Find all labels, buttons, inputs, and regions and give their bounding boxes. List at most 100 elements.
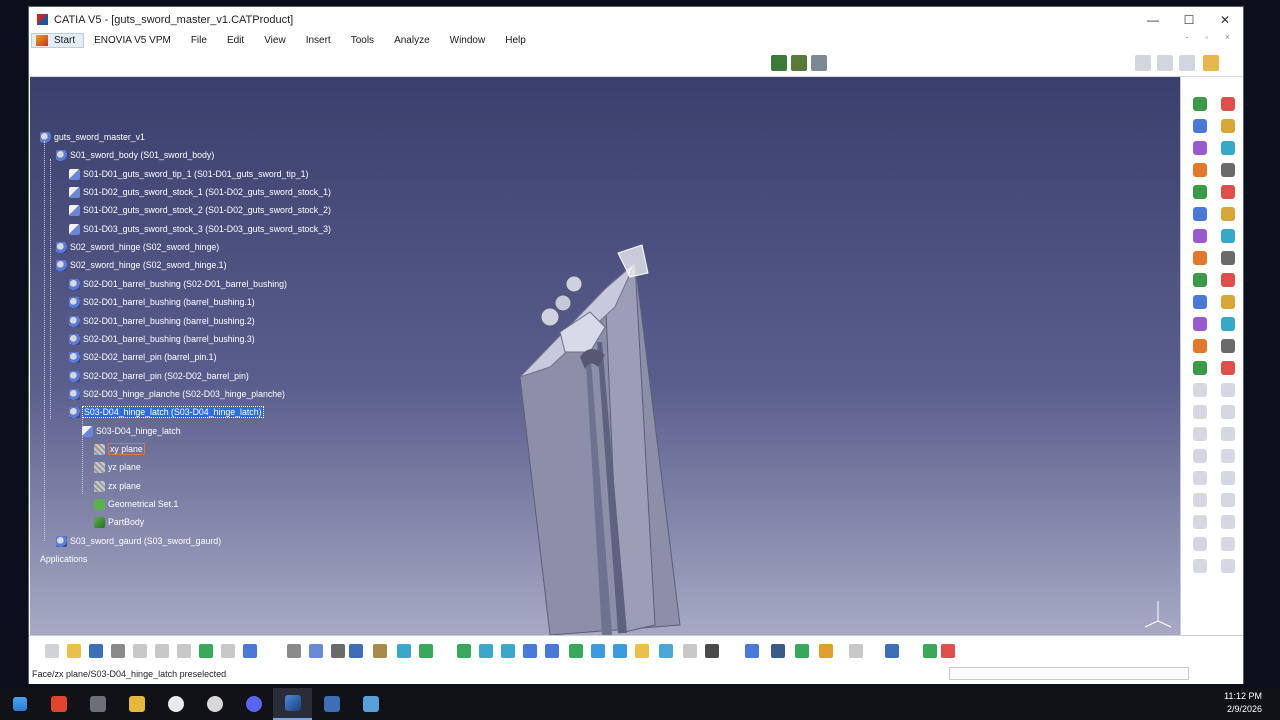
copy-icon[interactable] [155, 644, 169, 658]
workbench-tool-icon[interactable] [1221, 339, 1235, 353]
tree-node[interactable]: S02-D01_barrel_bushing (barrel_bushing.2… [69, 315, 255, 328]
taskbar-explorer[interactable] [117, 688, 156, 720]
tree-node[interactable]: xy plane [94, 443, 145, 456]
tree-node[interactable]: Applications [40, 553, 87, 566]
menu-analyze[interactable]: Analyze [384, 35, 440, 46]
tree-node[interactable]: yz plane [94, 461, 141, 474]
workbench-tool-icon[interactable] [1193, 383, 1207, 397]
3d-viewport[interactable]: guts_sword_master_v1 S01_sword_body (S01_… [30, 77, 1181, 635]
workbench-tool-icon[interactable] [1221, 537, 1235, 551]
workbench-tool-icon[interactable] [1221, 251, 1235, 265]
workbench-tool-icon[interactable] [1221, 97, 1235, 111]
workbench-tool-icon[interactable] [1221, 471, 1235, 485]
close-button[interactable]: ✕ [1207, 7, 1243, 32]
product-structure-icon[interactable] [771, 55, 787, 71]
swap-icon[interactable] [659, 644, 673, 658]
taskbar-calculator[interactable] [312, 688, 351, 720]
zoom-out-icon[interactable] [545, 644, 559, 658]
table-icon[interactable] [349, 644, 363, 658]
workbench-tool-icon[interactable] [1221, 207, 1235, 221]
manipulate-icon[interactable] [771, 644, 785, 658]
workbench-tool-icon[interactable] [1193, 427, 1207, 441]
constraint-icon[interactable] [1135, 55, 1151, 71]
tree-node[interactable]: Geometrical Set.1 [94, 498, 178, 511]
workbench-tool-icon[interactable] [1193, 361, 1207, 375]
system-clock[interactable]: 11:12 PM 2/9/2026 [1224, 690, 1262, 716]
workbench-tool-icon[interactable] [1193, 295, 1207, 309]
minimize-button[interactable]: — [1135, 7, 1171, 32]
workbench-tool-icon[interactable] [1193, 449, 1207, 463]
formula-icon[interactable] [287, 644, 301, 658]
new-icon[interactable] [45, 644, 59, 658]
menu-file[interactable]: File [181, 35, 217, 46]
workbench-tool-icon[interactable] [1193, 493, 1207, 507]
menu-insert[interactable]: Insert [296, 35, 341, 46]
workbench-tool-icon[interactable] [1193, 273, 1207, 287]
taskbar-chatgpt[interactable] [195, 688, 234, 720]
taskbar-brave[interactable] [39, 688, 78, 720]
clash-icon[interactable] [819, 644, 833, 658]
cut-icon[interactable] [133, 644, 147, 658]
workbench-tool-icon[interactable] [1193, 141, 1207, 155]
catalog-icon[interactable] [1203, 55, 1219, 71]
generate-numbering-icon[interactable] [791, 55, 807, 71]
workbench-tool-icon[interactable] [1221, 405, 1235, 419]
tree-node[interactable]: S01-D01_guts_sword_tip_1 (S01-D01_guts_s… [69, 168, 308, 181]
fly-mode-icon[interactable] [419, 644, 433, 658]
workbench-tool-icon[interactable] [1221, 493, 1235, 507]
workbench-tool-icon[interactable] [1221, 229, 1235, 243]
print-icon[interactable] [111, 644, 125, 658]
workbench-tool-icon[interactable] [1221, 119, 1235, 133]
workbench-tool-icon[interactable] [1193, 471, 1207, 485]
tree-node[interactable]: S02-D01_barrel_bushing (S02-D01_barrel_b… [69, 278, 287, 291]
snap-icon[interactable] [1179, 55, 1195, 71]
workbench-tool-icon[interactable] [1193, 405, 1207, 419]
taskbar-terminal[interactable] [78, 688, 117, 720]
taskbar-obs[interactable] [156, 688, 195, 720]
measure-icon[interactable] [397, 644, 411, 658]
save-icon[interactable] [89, 644, 103, 658]
tree-node[interactable]: zx plane [94, 480, 141, 493]
tree-node[interactable]: S02-D01_barrel_bushing (barrel_bushing.1… [69, 296, 255, 309]
section-icon[interactable] [849, 644, 863, 658]
command-input[interactable] [949, 667, 1189, 680]
tree-node[interactable]: S02_sword_hinge (S02_sword_hinge) [56, 241, 219, 254]
shading-icon[interactable] [613, 644, 627, 658]
workbench-tool-icon[interactable] [1193, 339, 1207, 353]
iso-view-icon[interactable] [591, 644, 605, 658]
tree-node[interactable]: S01_sword_body (S01_sword_body) [56, 149, 214, 162]
title-bar[interactable]: CATIA V5 - [guts_sword_master_v1.CATProd… [29, 7, 1243, 32]
menu-enovia[interactable]: ENOVIA V5 VPM [84, 35, 181, 46]
workbench-tool-icon[interactable] [1193, 229, 1207, 243]
workbench-tool-icon[interactable] [1221, 163, 1235, 177]
tree-node[interactable]: S01-D03_guts_sword_stock_3 (S01-D03_guts… [69, 223, 331, 236]
document-window-controls[interactable]: - ▫ × [1186, 32, 1237, 42]
taskbar-catia[interactable] [273, 688, 312, 720]
workbench-tool-icon[interactable] [1221, 449, 1235, 463]
windows-start-button[interactable] [0, 688, 39, 720]
tree-node[interactable]: S02_sword_hinge (S02_sword_hinge.1) [56, 259, 227, 272]
menu-help[interactable]: Help [495, 35, 536, 46]
capture-icon[interactable] [705, 644, 719, 658]
start-menu[interactable]: Start [31, 33, 85, 48]
workbench-tool-icon[interactable] [1193, 537, 1207, 551]
workbench-tool-icon[interactable] [1221, 427, 1235, 441]
menu-window[interactable]: Window [440, 35, 496, 46]
snap-icon[interactable] [745, 644, 759, 658]
tree-node[interactable]: S01-D02_guts_sword_stock_1 (S01-D02_guts… [69, 186, 331, 199]
menu-edit[interactable]: Edit [217, 35, 254, 46]
catalog-icon[interactable] [941, 644, 955, 658]
tree-node[interactable]: S02-D02_barrel_pin (barrel_pin.1) [69, 351, 217, 364]
workbench-tool-icon[interactable] [1193, 317, 1207, 331]
open-icon[interactable] [67, 644, 81, 658]
workbench-tool-icon[interactable] [1221, 559, 1235, 573]
explode-icon[interactable] [795, 644, 809, 658]
workbench-tool-icon[interactable] [1193, 119, 1207, 133]
workbench-tool-icon[interactable] [1221, 383, 1235, 397]
constraint-icon[interactable] [885, 644, 899, 658]
tree-node[interactable]: PartBody [94, 516, 144, 529]
workbench-tool-icon[interactable] [1221, 515, 1235, 529]
ruler-icon[interactable] [331, 644, 345, 658]
sword-model[interactable] [519, 244, 681, 635]
redo-icon[interactable] [221, 644, 235, 658]
